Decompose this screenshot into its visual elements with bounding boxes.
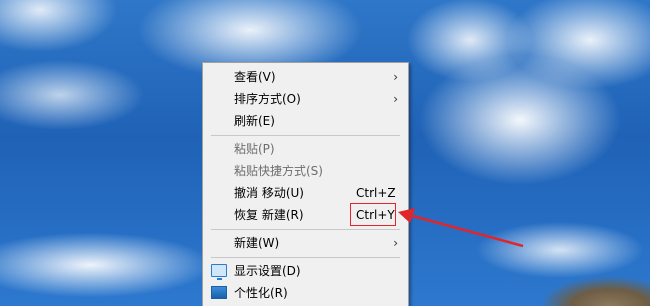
menu-separator <box>211 229 400 230</box>
annotation-arrow <box>398 208 524 248</box>
menu-item-label: 粘贴快捷方式(S) <box>234 164 323 178</box>
menu-item-personalize[interactable]: 个性化(R) <box>203 282 408 304</box>
display-icon <box>211 264 227 280</box>
menu-item-label: 显示设置(D) <box>234 264 301 278</box>
menu-item-label: 恢复 新建(R) <box>234 208 304 222</box>
wallpaper-rock <box>540 272 650 306</box>
menu-item-paste[interactable]: 粘贴(P) <box>203 138 408 160</box>
menu-item-label: 粘贴(P) <box>234 142 275 156</box>
menu-item-label: 个性化(R) <box>234 286 288 300</box>
menu-item-sort-by[interactable]: 排序方式(O) › <box>203 88 408 110</box>
annotation-highlight-box <box>350 203 396 226</box>
chevron-right-icon: › <box>393 92 398 106</box>
shortcut-label: Ctrl+Z <box>356 186 396 200</box>
menu-item-display-settings[interactable]: 显示设置(D) <box>203 260 408 282</box>
menu-item-label: 撤消 移动(U) <box>234 186 304 200</box>
menu-separator <box>211 257 400 258</box>
menu-item-undo-move[interactable]: 撤消 移动(U) Ctrl+Z <box>203 182 408 204</box>
desktop-context-menu: 查看(V) › 排序方式(O) › 刷新(E) 粘贴(P) 粘贴快捷方式(S) … <box>202 62 409 306</box>
menu-separator <box>211 135 400 136</box>
menu-item-paste-shortcut[interactable]: 粘贴快捷方式(S) <box>203 160 408 182</box>
menu-item-refresh[interactable]: 刷新(E) <box>203 110 408 132</box>
menu-item-label: 排序方式(O) <box>234 92 301 106</box>
menu-item-label: 新建(W) <box>234 236 280 250</box>
menu-item-label: 查看(V) <box>234 70 276 84</box>
menu-item-new[interactable]: 新建(W) › <box>203 232 408 254</box>
menu-item-label: 刷新(E) <box>234 114 275 128</box>
personalize-icon <box>211 286 227 299</box>
menu-item-view[interactable]: 查看(V) › <box>203 66 408 88</box>
chevron-right-icon: › <box>393 70 398 84</box>
